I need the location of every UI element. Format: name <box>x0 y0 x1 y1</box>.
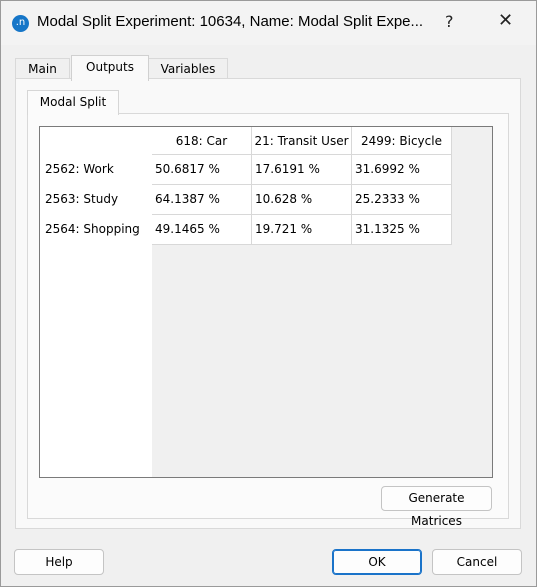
help-button[interactable]: Help <box>14 549 104 575</box>
table-cell[interactable]: 50.6817 % <box>152 155 252 185</box>
column-header-bicycle[interactable]: 2499: Bicycle <box>352 127 452 155</box>
column-header-transit-user[interactable]: 21: Transit User <box>252 127 352 155</box>
row-header-work[interactable]: 2562: Work <box>45 154 114 184</box>
table-cell[interactable]: 10.628 % <box>252 185 352 215</box>
table-cell[interactable]: 64.1387 % <box>152 185 252 215</box>
row-header-study[interactable]: 2563: Study <box>45 184 118 214</box>
table-cell[interactable]: 17.6191 % <box>252 155 352 185</box>
app-icon: .n <box>12 15 29 32</box>
column-header-car[interactable]: 618: Car <box>152 127 252 155</box>
tab-main[interactable]: Main <box>15 58 70 80</box>
table-corner <box>40 127 152 155</box>
tab-variables[interactable]: Variables <box>148 58 228 80</box>
help-question-icon[interactable]: ? <box>445 12 454 31</box>
table-cell[interactable]: 31.1325 % <box>352 215 452 245</box>
tab-modal-split[interactable]: Modal Split <box>27 90 119 115</box>
table-cell[interactable]: 49.1465 % <box>152 215 252 245</box>
generate-matrices-button[interactable]: Generate Matrices <box>381 486 492 528</box>
window-title: Modal Split Experiment: 10634, Name: Mod… <box>37 13 424 30</box>
table-cell[interactable]: 31.6992 % <box>352 155 452 185</box>
table-cell[interactable]: 19.721 % <box>252 215 352 245</box>
close-icon[interactable]: ✕ <box>498 10 513 31</box>
tab-outputs[interactable]: Outputs <box>71 55 149 81</box>
title-bar: .n Modal Split Experiment: 10634, Name: … <box>1 1 536 45</box>
ok-button[interactable]: OK <box>332 549 422 575</box>
row-header-shopping[interactable]: 2564: Shopping <box>45 214 140 244</box>
modal-split-table[interactable]: 618: Car 21: Transit User 2499: Bicycle … <box>39 126 493 478</box>
dialog-window: .n Modal Split Experiment: 10634, Name: … <box>0 0 537 587</box>
table-cell[interactable]: 25.2333 % <box>352 185 452 215</box>
cancel-button[interactable]: Cancel <box>432 549 522 575</box>
